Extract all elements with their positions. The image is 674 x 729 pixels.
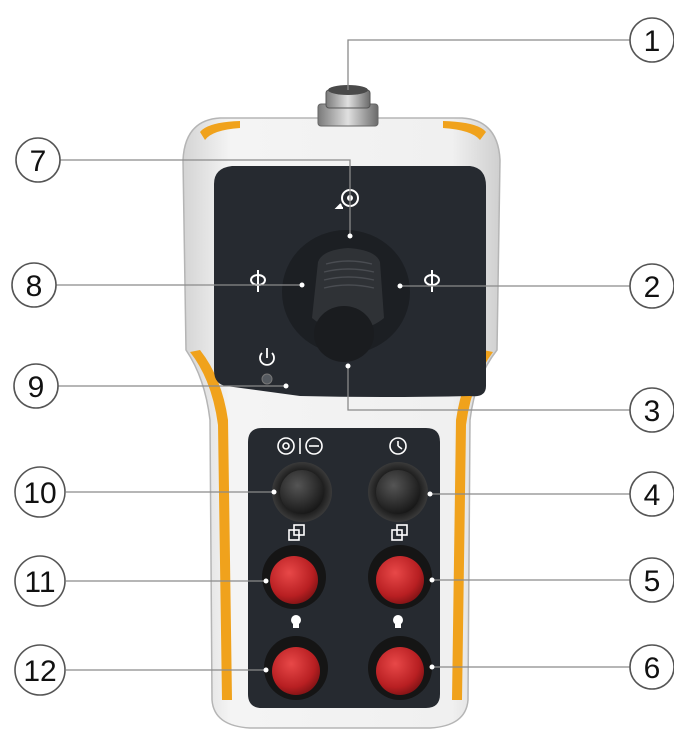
callout-6: 6 bbox=[629, 644, 674, 690]
leader-1 bbox=[347, 39, 630, 90]
leader-9-dot bbox=[283, 383, 289, 389]
callout-4: 4 bbox=[629, 471, 674, 517]
power-indicator-led bbox=[261, 373, 273, 385]
callout-10: 10 bbox=[14, 466, 66, 518]
mode-knob[interactable] bbox=[272, 462, 332, 522]
right-red-button-lower[interactable] bbox=[368, 636, 432, 700]
callout-number: 4 bbox=[644, 479, 661, 512]
connector bbox=[317, 85, 379, 127]
timer-knob[interactable] bbox=[368, 462, 428, 522]
remote-pendant-diagram: 1 2 3 4 5 6 7 8 9 10 11 12 bbox=[11, 17, 674, 729]
left-red-button-lower[interactable] bbox=[264, 636, 328, 700]
callout-number: 3 bbox=[644, 395, 661, 428]
leader-5-dot bbox=[429, 577, 435, 583]
callout-number: 7 bbox=[30, 145, 47, 178]
callout-7: 7 bbox=[15, 137, 61, 183]
leader-11-dot bbox=[263, 578, 269, 584]
callout-number: 9 bbox=[28, 371, 45, 404]
callout-12: 12 bbox=[14, 644, 66, 696]
callout-number: 6 bbox=[644, 652, 661, 685]
callout-8: 8 bbox=[11, 262, 57, 308]
callout-1: 1 bbox=[629, 17, 674, 63]
callout-2: 2 bbox=[629, 263, 674, 309]
leader-3-dot bbox=[345, 363, 351, 369]
callout-number: 8 bbox=[26, 270, 43, 303]
callout-number: 1 bbox=[644, 25, 661, 58]
leader-4-dot bbox=[427, 491, 433, 497]
callout-number: 10 bbox=[23, 477, 56, 510]
leader-10-dot bbox=[271, 489, 277, 495]
joystick-knob bbox=[314, 306, 374, 362]
leader-6-dot bbox=[429, 664, 435, 670]
callout-5: 5 bbox=[629, 557, 674, 603]
leader-12-dot bbox=[263, 667, 269, 673]
callout-number: 2 bbox=[644, 271, 661, 304]
leader-7-dot bbox=[347, 233, 353, 239]
callout-number: 11 bbox=[24, 566, 55, 599]
right-red-button-upper[interactable] bbox=[368, 545, 432, 609]
leader-2-dot bbox=[397, 283, 403, 289]
callout-number: 12 bbox=[23, 655, 56, 688]
callout-3: 3 bbox=[629, 387, 674, 433]
callout-number: 5 bbox=[644, 565, 661, 598]
left-red-button-upper[interactable] bbox=[262, 545, 326, 609]
leader-8-dot bbox=[299, 282, 305, 288]
callout-11: 11 bbox=[14, 555, 66, 607]
callout-9: 9 bbox=[13, 363, 59, 409]
